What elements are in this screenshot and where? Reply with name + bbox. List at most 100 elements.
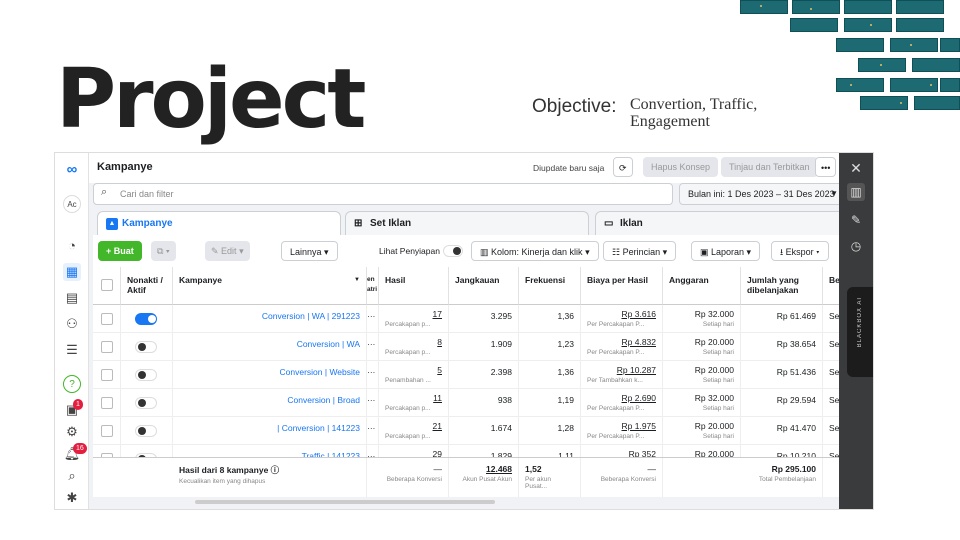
billing-icon[interactable]: ☰: [63, 341, 81, 359]
sort-icon: ▼: [354, 277, 360, 283]
footer-spent-value: Rp 295.100: [771, 464, 816, 474]
campaign-toggle[interactable]: [135, 425, 157, 437]
budget-cell: Rp 32.000 Setiap hari: [663, 305, 741, 333]
campaign-name-link[interactable]: | Conversion | 141223: [277, 423, 360, 433]
results-sub: Percakapan p...: [385, 349, 431, 356]
col-budget[interactable]: Anggaran: [663, 267, 741, 305]
row-checkbox[interactable]: [101, 313, 113, 325]
table-icon[interactable]: ▦: [63, 263, 81, 281]
table-row[interactable]: Conversion | Broad… 11 Percakapan p... 938 1…: [93, 389, 845, 417]
search-icon[interactable]: ⌕: [63, 467, 81, 485]
table-row[interactable]: Conversion | WA … 8 Percakapan p... 1.909 1,2…: [93, 333, 845, 361]
tab-ads[interactable]: ▭ Iklan: [595, 211, 845, 235]
objective: Objective: Convertion, Traffic, Engageme…: [532, 96, 757, 130]
bug-icon[interactable]: ✱: [63, 489, 81, 507]
pages-icon[interactable]: ▤: [63, 289, 81, 307]
row-select[interactable]: [93, 333, 121, 361]
results-cell: 17 Percakapan p...: [379, 305, 449, 333]
campaign-name-link[interactable]: Conversion | Website: [280, 367, 360, 377]
help-icon[interactable]: ?: [63, 375, 81, 393]
table-row[interactable]: Conversion | Website … 5 Penambahan ... 2.39…: [93, 361, 845, 389]
table-row[interactable]: Conversion | WA | 291223… 17 Percakapan p.…: [93, 305, 845, 333]
row-select[interactable]: [93, 417, 121, 445]
col-cost-per-result[interactable]: Biaya per Hasil: [581, 267, 663, 305]
campaign-name-cell: | Conversion | 141223: [173, 417, 367, 445]
results-value[interactable]: 17: [433, 309, 442, 319]
discard-draft-button[interactable]: Hapus Konsep: [643, 157, 719, 177]
reach-cell: 1.674: [449, 417, 519, 445]
tab-adsets[interactable]: ⊞ Set Iklan: [345, 211, 589, 235]
cpr-value[interactable]: Rp 10.287: [617, 365, 656, 375]
create-button[interactable]: + Buat: [98, 241, 142, 261]
cpr-value[interactable]: Rp 1.975: [622, 421, 657, 431]
audience-icon[interactable]: ⚇: [63, 315, 81, 333]
budget-value[interactable]: Rp 32.000: [695, 393, 734, 403]
preview-toggle[interactable]: [443, 245, 463, 257]
columns-button[interactable]: ▥ Kolom: Kinerja dan klik ▾: [471, 241, 599, 261]
notification-badge: 1: [73, 399, 83, 410]
results-value[interactable]: 11: [433, 393, 442, 403]
close-icon[interactable]: ✕: [847, 159, 865, 177]
search-field-icon: ⌕: [101, 186, 108, 198]
campaign-toggle[interactable]: [135, 313, 157, 325]
campaign-name-link[interactable]: Conversion | WA | 291223: [262, 311, 360, 321]
cpr-cell: Rp 2.690 Per Percakapan P...: [581, 389, 663, 417]
col-campaign[interactable]: Kampanye ▼: [173, 267, 367, 305]
review-publish-button[interactable]: Tinjau dan Terbitkan: [721, 157, 818, 177]
cpr-cell: Rp 3.616 Per Percakapan P...: [581, 305, 663, 333]
reports-button[interactable]: ▣ Laporan ▾: [691, 241, 761, 261]
row-select[interactable]: [93, 305, 121, 333]
col-results[interactable]: Hasil: [379, 267, 449, 305]
row-select[interactable]: [93, 361, 121, 389]
footer-spent-sub: Total Pembelanjaan: [758, 476, 816, 483]
date-range-picker[interactable]: Bulan ini: 1 Des 2023 – 31 Des 2023 ▼: [679, 183, 845, 205]
campaign-name-link[interactable]: Conversion | Broad: [287, 395, 360, 405]
campaign-toggle[interactable]: [135, 397, 157, 409]
meta-logo-icon[interactable]: ∞: [63, 161, 81, 179]
budget-value[interactable]: Rp 20.000: [695, 337, 734, 347]
budget-value[interactable]: Rp 20.000: [695, 421, 734, 431]
results-value[interactable]: 8: [437, 337, 442, 347]
refresh-button[interactable]: ⟳: [613, 157, 633, 177]
cpr-value[interactable]: Rp 4.832: [622, 337, 657, 347]
objective-value: Convertion, Traffic, Engagement: [630, 96, 758, 130]
cpr-value[interactable]: Rp 2.690: [622, 393, 657, 403]
edit-button[interactable]: ✎ Edit ▾: [205, 241, 250, 261]
budget-value[interactable]: Rp 32.000: [695, 309, 734, 319]
col-frequency[interactable]: Frekuensi: [519, 267, 581, 305]
horizontal-scrollbar[interactable]: [195, 500, 495, 504]
more-button[interactable]: •••: [815, 157, 837, 177]
pencil-icon[interactable]: ✎: [847, 211, 865, 229]
footer-freq: 1,52 Per akun Pusat...: [519, 458, 581, 497]
chart-icon[interactable]: ▥: [847, 183, 865, 201]
search-input[interactable]: Cari dan filter: [93, 183, 673, 205]
campaign-toggle[interactable]: [135, 369, 157, 381]
duplicate-button[interactable]: ⧉ ▾: [151, 241, 176, 261]
col-spent[interactable]: Jumlah yang dibelanjakan: [741, 267, 823, 305]
frequency-cell: 1,23: [519, 333, 581, 361]
settings-icon[interactable]: ⚙: [63, 423, 81, 441]
table-row[interactable]: | Conversion | 141223… 21 Percakapan p... 1…: [93, 417, 845, 445]
campaign-name-link[interactable]: Conversion | WA: [297, 339, 360, 349]
row-checkbox[interactable]: [101, 341, 113, 353]
budget-value[interactable]: Rp 20.000: [695, 365, 734, 375]
results-value[interactable]: 21: [433, 421, 442, 431]
more-actions-button[interactable]: Lainnya ▾: [281, 241, 338, 261]
clock-icon[interactable]: ◷: [847, 237, 865, 255]
account-avatar[interactable]: Ac: [63, 195, 81, 213]
col-select[interactable]: [93, 267, 121, 305]
blackbox-widget[interactable]: BLACKBOX AI: [847, 287, 873, 377]
row-checkbox[interactable]: [101, 369, 113, 381]
row-checkbox[interactable]: [101, 397, 113, 409]
col-reach[interactable]: Jangkauan: [449, 267, 519, 305]
cpr-value[interactable]: Rp 3.616: [622, 309, 657, 319]
row-select[interactable]: [93, 389, 121, 417]
export-button[interactable]: ⭳ Ekspor ▾: [771, 241, 829, 261]
results-value[interactable]: 5: [437, 365, 442, 375]
cpr-sub: Per Percakapan P...: [587, 433, 645, 440]
dashboard-icon[interactable]: ◔: [63, 237, 81, 255]
campaign-toggle[interactable]: [135, 341, 157, 353]
breakdown-button[interactable]: ☷ Perincian ▾: [603, 241, 677, 261]
tab-campaigns[interactable]: ▲ Kampanye: [97, 211, 341, 235]
row-checkbox[interactable]: [101, 425, 113, 437]
